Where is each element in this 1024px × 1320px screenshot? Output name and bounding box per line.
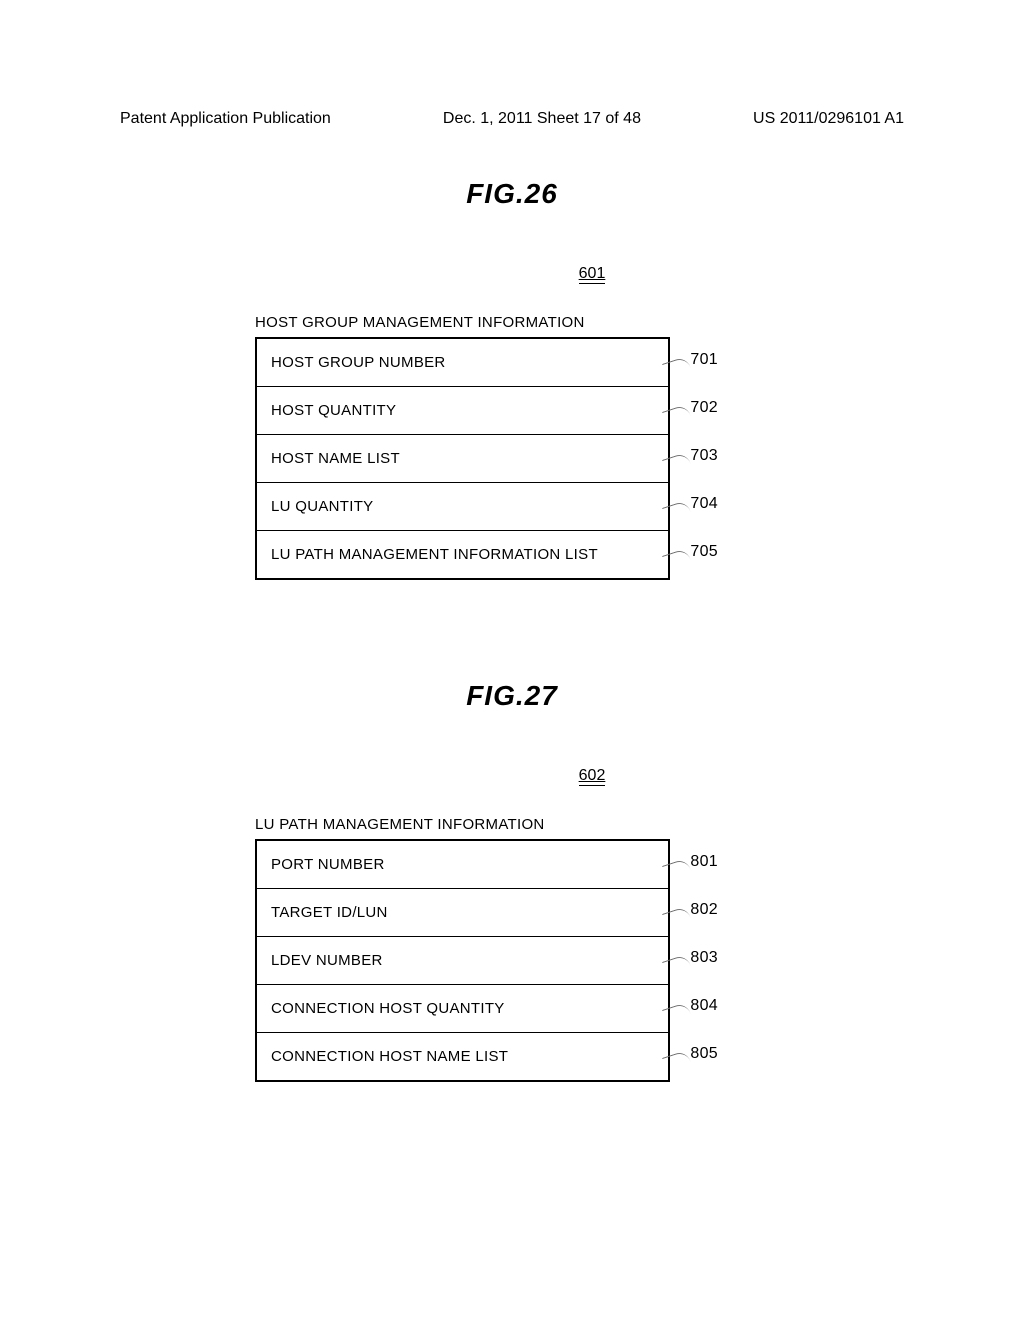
- table-row: CONNECTION HOST NAME LIST 805: [257, 1033, 668, 1080]
- page-header: Patent Application Publication Dec. 1, 2…: [0, 0, 1024, 136]
- table-row: HOST GROUP NUMBER 701: [257, 339, 668, 387]
- table-row: TARGET ID/LUN 802: [257, 889, 668, 937]
- table-row: CONNECTION HOST QUANTITY 804: [257, 985, 668, 1033]
- row-label: CONNECTION HOST QUANTITY: [271, 1000, 505, 1017]
- figure-27-ref-wrapper: 602: [160, 767, 1024, 786]
- row-label: LU QUANTITY: [271, 498, 373, 515]
- row-ref-number: 702: [690, 399, 718, 417]
- figure-27-table-section: LU PATH MANAGEMENT INFORMATION PORT NUMB…: [255, 816, 670, 1082]
- table-row: HOST QUANTITY 702: [257, 387, 668, 435]
- row-label: LU PATH MANAGEMENT INFORMATION LIST: [271, 546, 598, 563]
- figure-26-title: FIG.26: [0, 178, 1024, 210]
- row-label: HOST GROUP NUMBER: [271, 354, 446, 371]
- figure-26-ref-wrapper: 601: [160, 265, 1024, 284]
- figure-27-caption: LU PATH MANAGEMENT INFORMATION: [255, 816, 670, 833]
- row-ref-number: 802: [690, 901, 718, 919]
- table-row: LU PATH MANAGEMENT INFORMATION LIST 705: [257, 531, 668, 578]
- row-ref-number: 803: [690, 949, 718, 967]
- figure-27-table: PORT NUMBER 801 TARGET ID/LUN 802 LDEV N…: [255, 839, 670, 1082]
- row-label: TARGET ID/LUN: [271, 904, 388, 921]
- row-ref-number: 804: [690, 997, 718, 1015]
- row-label: HOST QUANTITY: [271, 402, 396, 419]
- row-label: CONNECTION HOST NAME LIST: [271, 1048, 508, 1065]
- figure-27-title: FIG.27: [0, 680, 1024, 712]
- header-left-text: Patent Application Publication: [120, 110, 331, 128]
- figure-26-table: HOST GROUP NUMBER 701 HOST QUANTITY 702 …: [255, 337, 670, 580]
- header-center-text: Dec. 1, 2011 Sheet 17 of 48: [443, 110, 641, 128]
- table-row: LDEV NUMBER 803: [257, 937, 668, 985]
- row-ref-number: 705: [690, 543, 718, 561]
- table-row: PORT NUMBER 801: [257, 841, 668, 889]
- table-row: HOST NAME LIST 703: [257, 435, 668, 483]
- figure-26-ref-number: 601: [579, 265, 606, 284]
- figure-26-table-section: HOST GROUP MANAGEMENT INFORMATION HOST G…: [255, 314, 670, 580]
- row-label: LDEV NUMBER: [271, 952, 383, 969]
- table-row: LU QUANTITY 704: [257, 483, 668, 531]
- row-ref-number: 704: [690, 495, 718, 513]
- row-ref-number: 701: [690, 351, 718, 369]
- figure-26-caption: HOST GROUP MANAGEMENT INFORMATION: [255, 314, 670, 331]
- figure-27-ref-number: 602: [579, 767, 606, 786]
- row-ref-number: 801: [690, 853, 718, 871]
- row-label: HOST NAME LIST: [271, 450, 400, 467]
- row-label: PORT NUMBER: [271, 856, 385, 873]
- header-right-text: US 2011/0296101 A1: [753, 110, 904, 128]
- row-ref-number: 805: [690, 1045, 718, 1063]
- row-ref-number: 703: [690, 447, 718, 465]
